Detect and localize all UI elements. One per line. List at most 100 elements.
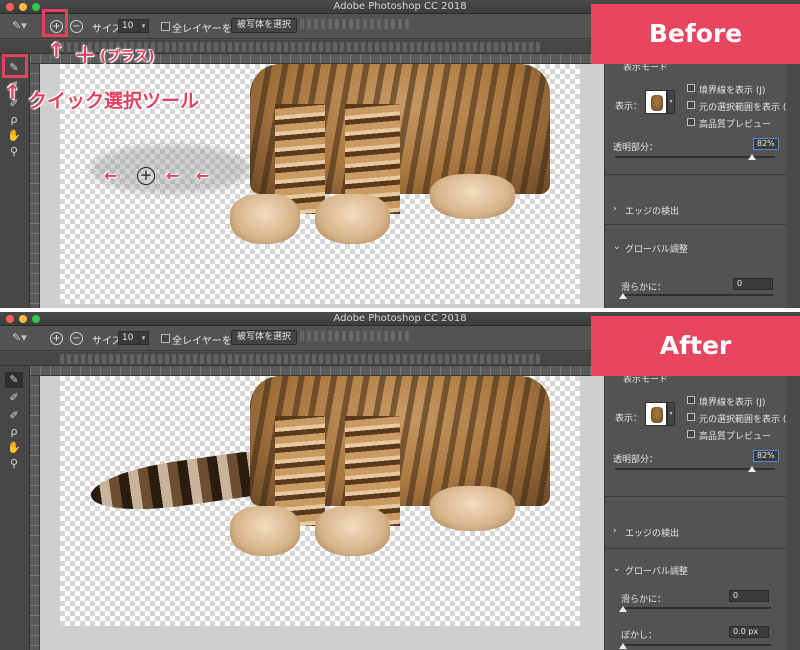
panel-scrollbar[interactable]	[786, 54, 800, 308]
high-quality-label: 高品質プレビュー	[699, 432, 772, 442]
opacity-field[interactable]: 82%	[753, 450, 779, 462]
view-thumbnail[interactable]	[645, 402, 667, 426]
quick-selection-preset-icon[interactable]: ✎▾	[12, 331, 27, 344]
edge-detection-header[interactable]: エッジの検出	[625, 204, 679, 217]
section-divider	[605, 224, 800, 225]
after-screenshot: Adobe Photoshop CC 2018 ✎▾ + − サイズ： 10 ▾…	[0, 312, 800, 650]
section-divider	[605, 548, 800, 549]
smooth-field[interactable]: 0	[733, 278, 773, 290]
lasso-icon[interactable]: ρ	[5, 112, 23, 128]
select-and-mask-properties: 表示モード 表示： ▾ 境界線を表示 (J) 元の選択範囲を表示 (P) 高品質…	[604, 54, 800, 308]
show-edges-checkbox[interactable]	[687, 84, 695, 92]
drag-arrow-3: ←	[196, 166, 210, 185]
edge-detection-chevron-icon[interactable]: ›	[613, 526, 617, 536]
zoom-icon[interactable]: ⚲	[5, 144, 23, 160]
cat-left-paw	[230, 506, 300, 556]
lasso-icon[interactable]: ρ	[5, 424, 23, 440]
feather-slider-knob[interactable]	[619, 643, 627, 649]
show-edges-checkbox[interactable]	[687, 396, 695, 404]
global-refinements-chevron-icon[interactable]: ⌄	[613, 242, 621, 252]
blurred-document-tab	[60, 354, 540, 364]
edge-detection-chevron-icon[interactable]: ›	[613, 204, 617, 214]
tools-panel: ✎ ✐ ✐ ρ ✋ ⚲	[0, 366, 30, 650]
show-edges-label: 境界線を表示 (J)	[699, 398, 766, 408]
cat-back-paw	[430, 486, 515, 531]
smooth-slider[interactable]	[621, 607, 771, 609]
view-dropdown-icon[interactable]: ▾	[667, 402, 675, 426]
quick-select-cursor-icon: +	[137, 167, 155, 185]
quick-select-annotation: クイック選択ツール	[28, 90, 200, 112]
feather-field[interactable]: 0.0 px	[729, 626, 769, 638]
document-tab-bar	[0, 352, 610, 366]
global-refinements-header[interactable]: グローバル調整	[625, 242, 688, 255]
subtract-from-selection-icon[interactable]: −	[70, 20, 83, 33]
brush-icon[interactable]: ✐	[5, 390, 23, 406]
all-layers-checkbox[interactable]	[161, 22, 170, 31]
transparent-canvas	[60, 376, 580, 626]
cat-left-paw	[230, 194, 300, 244]
view-dropdown-icon[interactable]: ▾	[667, 90, 675, 114]
quick-selection-preset-icon[interactable]: ✎▾	[12, 19, 27, 32]
feather-slider[interactable]	[621, 644, 771, 646]
plus-label-annotation: (プラス)	[100, 49, 155, 65]
section-divider	[605, 496, 800, 497]
hand-icon[interactable]: ✋	[5, 128, 23, 144]
smooth-slider-knob[interactable]	[619, 293, 627, 299]
blurred-options	[300, 331, 410, 341]
select-subject-button[interactable]: 被写体を選択	[231, 330, 298, 345]
all-layers-checkbox[interactable]	[161, 334, 170, 343]
vertical-ruler	[30, 376, 40, 650]
subtract-from-selection-icon[interactable]: −	[70, 332, 83, 345]
horizontal-ruler	[30, 366, 604, 376]
view-label: 表示：	[615, 102, 643, 112]
smooth-slider-knob[interactable]	[619, 606, 627, 612]
show-edges-label: 境界線を表示 (J)	[699, 86, 766, 96]
view-label: 表示：	[615, 414, 643, 424]
drag-arrow-2: ←	[166, 166, 180, 185]
show-original-label: 元の選択範囲を表示 (P)	[699, 415, 796, 425]
view-thumbnail[interactable]	[645, 90, 667, 114]
plus-symbol-annotation: ＋	[74, 44, 97, 69]
zoom-icon[interactable]: ⚲	[5, 456, 23, 472]
panel-scrollbar[interactable]	[786, 366, 800, 650]
show-original-checkbox[interactable]	[687, 413, 695, 421]
size-dropdown-icon[interactable]: ▾	[138, 19, 149, 33]
drag-arrow-1: ←	[104, 166, 118, 185]
section-divider	[605, 174, 800, 175]
global-refinements-header[interactable]: グローバル調整	[625, 564, 688, 577]
size-dropdown-icon[interactable]: ▾	[138, 331, 149, 345]
high-quality-checkbox[interactable]	[687, 430, 695, 438]
opacity-label: 透明部分：	[613, 143, 659, 153]
feather-label: ぼかし：	[621, 631, 658, 641]
add-to-selection-icon[interactable]: +	[50, 332, 63, 345]
show-original-checkbox[interactable]	[687, 101, 695, 109]
opacity-slider-knob[interactable]	[748, 154, 756, 160]
cat-back-paw	[430, 174, 515, 219]
cat-right-paw	[315, 506, 390, 556]
smooth-slider[interactable]	[621, 294, 773, 296]
canvas[interactable]	[40, 376, 604, 650]
smooth-field[interactable]: 0	[729, 590, 769, 602]
hand-icon[interactable]: ✋	[5, 440, 23, 456]
quick-select-highlight	[2, 54, 28, 78]
opacity-label: 透明部分：	[613, 455, 659, 465]
arrow-up-annotation-tool: ↑	[4, 80, 21, 104]
select-and-mask-properties: 表示モード 表示： ▾ 境界線を表示 (J) 元の選択範囲を表示 (P) 高品質…	[604, 366, 800, 650]
high-quality-checkbox[interactable]	[687, 118, 695, 126]
select-subject-button[interactable]: 被写体を選択	[231, 18, 298, 33]
opacity-slider-knob[interactable]	[748, 466, 756, 472]
add-mode-highlight	[42, 9, 68, 37]
eraser-brush-icon[interactable]: ✐	[5, 408, 23, 424]
after-badge: After	[591, 316, 800, 376]
opacity-field[interactable]: 82%	[753, 138, 779, 150]
edge-detection-header[interactable]: エッジの検出	[625, 526, 679, 539]
quick-selection-icon[interactable]: ✎	[5, 372, 23, 388]
before-screenshot: Adobe Photoshop CC 2018 ✎▾ + − サイズ： 10 ▾…	[0, 0, 800, 308]
show-original-label: 元の選択範囲を表示 (P)	[699, 103, 796, 113]
global-refinements-chevron-icon[interactable]: ⌄	[613, 564, 621, 574]
arrow-up-annotation: ↑	[48, 38, 65, 62]
high-quality-label: 高品質プレビュー	[699, 120, 772, 130]
cat-right-paw	[315, 194, 390, 244]
smooth-label: 滑らかに：	[621, 595, 667, 605]
smooth-label: 滑らかに：	[621, 283, 667, 293]
